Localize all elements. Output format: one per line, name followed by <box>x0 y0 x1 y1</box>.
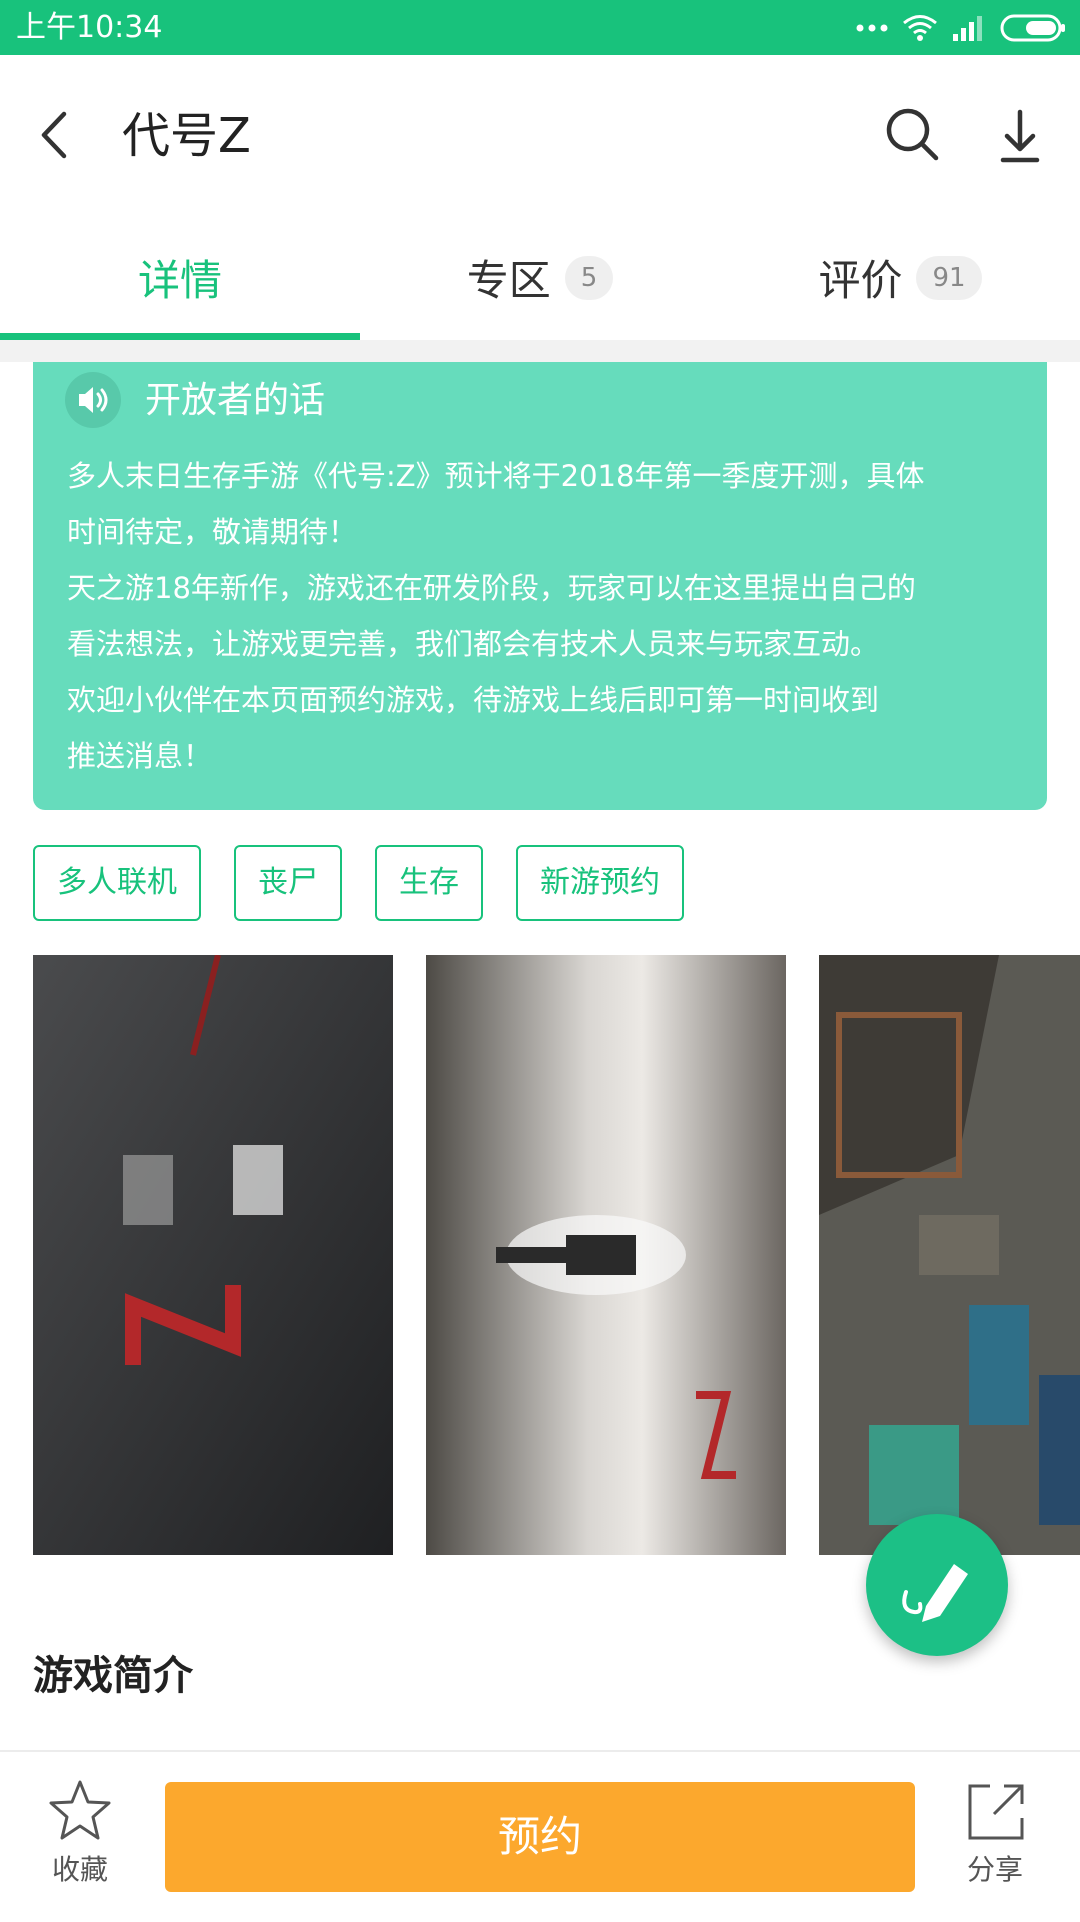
tab-zone[interactable]: 专区 5 <box>360 215 720 340</box>
favorite-label: 收藏 <box>51 1853 108 1886</box>
tab-reviews-count-badge: 91 <box>916 255 982 300</box>
tag-zombie[interactable]: 丧尸 <box>234 845 342 921</box>
tag-list: 多人联机 丧尸 生存 新游预约 <box>33 845 684 921</box>
screenshot-2[interactable] <box>426 955 786 1555</box>
developer-note-card: 开放者的话 多人末日生存手游《代号:Z》预计将于2018年第一季度开测，具体 时… <box>33 362 1047 810</box>
screenshot-1[interactable] <box>33 955 393 1555</box>
tab-reviews-label: 评价 <box>818 256 903 305</box>
active-tab-indicator <box>0 333 360 340</box>
signal-icon <box>953 16 982 41</box>
tag-multiplayer[interactable]: 多人联机 <box>33 845 201 921</box>
tab-details[interactable]: 详情 <box>0 215 360 340</box>
download-icon <box>1000 109 1040 163</box>
back-button[interactable] <box>24 100 94 170</box>
tab-zone-count-badge: 5 <box>564 255 614 300</box>
star-icon <box>49 1780 111 1840</box>
search-icon <box>886 108 939 161</box>
bottom-action-bar: 收藏 预约 分享 <box>0 1750 1080 1922</box>
page-title: 代号Z <box>122 108 251 164</box>
status-time: 上午10:34 <box>16 10 163 45</box>
tag-new-game-reservation[interactable]: 新游预约 <box>516 845 684 921</box>
write-review-fab[interactable] <box>866 1514 1008 1656</box>
tab-bar: 详情 专区 5 评价 91 <box>0 215 1080 340</box>
status-bar: 上午10:34 <box>0 0 1080 55</box>
tab-details-label: 详情 <box>137 256 222 305</box>
developer-note-title: 开放者的话 <box>145 380 326 421</box>
wifi-icon <box>903 15 937 41</box>
search-button[interactable] <box>878 100 948 170</box>
tab-reviews[interactable]: 评价 91 <box>720 215 1080 340</box>
reserve-button[interactable]: 预约 <box>165 1782 915 1892</box>
game-intro-heading: 游戏简介 <box>33 1653 193 1699</box>
battery-icon <box>1000 14 1065 42</box>
back-arrow-icon <box>41 111 67 159</box>
download-button[interactable] <box>985 100 1055 170</box>
share-button[interactable]: 分享 <box>955 1776 1035 1906</box>
speaker-icon <box>65 372 121 428</box>
favorite-button[interactable]: 收藏 <box>40 1776 120 1906</box>
more-dots-icon <box>856 24 888 32</box>
pencil-icon <box>902 1564 968 1622</box>
developer-note-text: 多人末日生存手游《代号:Z》预计将于2018年第一季度开测，具体 时间待定，敬请… <box>67 459 925 773</box>
section-divider <box>0 340 1080 362</box>
status-icons <box>856 8 1066 48</box>
top-app-bar: 代号Z <box>0 55 1080 215</box>
tab-zone-label: 专区 <box>466 256 551 305</box>
tag-survival[interactable]: 生存 <box>375 845 483 921</box>
share-icon <box>968 1784 1024 1840</box>
screenshot-3[interactable] <box>819 955 1080 1555</box>
share-label: 分享 <box>966 1853 1023 1886</box>
